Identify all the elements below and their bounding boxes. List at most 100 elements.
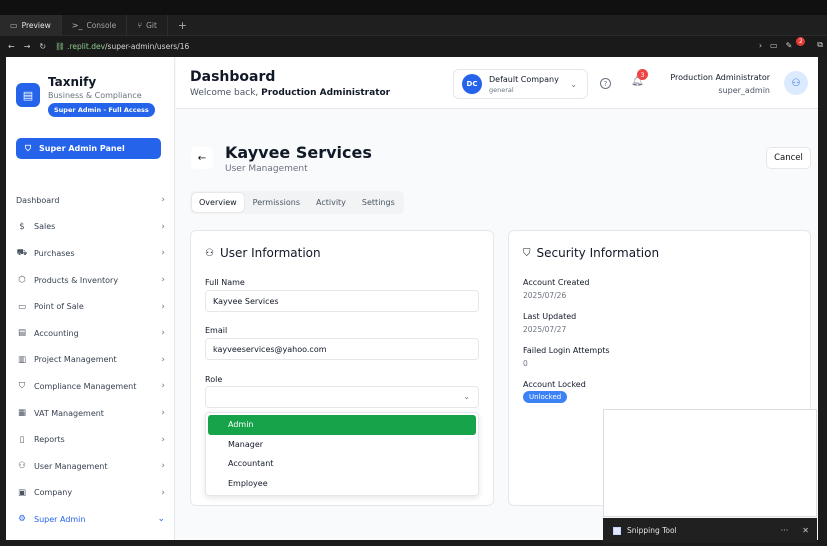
snipping-tool-preview[interactable]: [603, 409, 817, 517]
receipt-icon: ▦: [17, 408, 27, 419]
email-field[interactable]: kayveeservices@yahoo.com: [205, 338, 479, 360]
open-external-icon[interactable]: ⧉: [817, 40, 823, 50]
shield-icon: ⛉: [523, 247, 531, 259]
snipping-tool-bar: Snipping Tool ··· ✕: [603, 518, 817, 543]
shield-icon: ⛉: [25, 143, 31, 153]
user-icon: ⚇: [205, 247, 214, 259]
git-icon: ⑂: [137, 20, 143, 30]
help-icon[interactable]: ?: [600, 78, 611, 89]
sidebar-item-sales[interactable]: $ Sales ›: [6, 214, 175, 241]
tab-settings[interactable]: Settings: [355, 193, 402, 212]
account-created-label: Account Created: [523, 278, 590, 287]
role-option-manager[interactable]: Manager: [208, 435, 476, 455]
sidebar: ▤ Taxnify Business & Compliance Super Ad…: [6, 57, 175, 540]
truck-icon: ⛟: [16, 247, 28, 258]
devices-icon[interactable]: ▭: [770, 41, 778, 50]
calculator-icon: ▤: [17, 328, 27, 339]
account-locked-label: Account Locked: [523, 380, 586, 389]
chevron-right-icon: ›: [161, 248, 165, 259]
top-header: Dashboard Welcome back, Production Admin…: [176, 57, 818, 109]
sidebar-nav: Dashboard › $ Sales › ⛟ Purchases › ⬡ Products…: [6, 187, 175, 533]
tab-git[interactable]: ⑂ Git: [127, 14, 168, 36]
building-icon: ▣: [17, 487, 27, 498]
role-select[interactable]: ⌄: [205, 386, 479, 408]
tab-overview[interactable]: Overview: [192, 193, 244, 212]
refresh-icon[interactable]: ↻: [39, 42, 46, 51]
user-name: Production Administrator: [670, 73, 770, 82]
pen-icon[interactable]: ✎: [786, 41, 793, 50]
sidebar-item-dashboard[interactable]: Dashboard ›: [6, 187, 175, 214]
cancel-button[interactable]: Cancel: [766, 147, 811, 169]
tab-permissions[interactable]: Permissions: [246, 193, 307, 212]
chevron-right-icon: ›: [161, 275, 165, 286]
user-information-card: ⚇ User Information Full Name Kayvee Servi…: [190, 230, 494, 506]
role-option-admin[interactable]: Admin: [208, 415, 476, 435]
url-bar: ← → ↻ ⛓ .replit.dev/super-admin/users/16…: [0, 36, 827, 57]
tab-console[interactable]: >_ Console: [62, 14, 128, 36]
sidebar-item-purchases[interactable]: ⛟ Purchases ›: [6, 240, 175, 267]
card-title: ⚇ User Information: [205, 246, 321, 260]
company-selector[interactable]: DC Default Company general ⌄: [453, 69, 588, 99]
sidebar-item-compliance[interactable]: ⛉ Compliance Management ›: [6, 373, 175, 400]
bell-icon[interactable]: 🔔︎ 3: [631, 69, 648, 87]
terminal-icon: >_: [71, 20, 83, 30]
sidebar-item-vat[interactable]: ▦ VAT Management ›: [6, 400, 175, 427]
chevron-right-icon[interactable]: ›: [759, 41, 762, 50]
last-updated-label: Last Updated: [523, 312, 577, 321]
new-tab-button[interactable]: +: [168, 19, 197, 32]
bar-chart-icon: ▯: [19, 434, 25, 445]
briefcase-icon: ▥: [17, 354, 27, 365]
access-badge: Super Admin - Full Access: [48, 103, 155, 117]
welcome-text: Welcome back, Production Administrator: [190, 88, 391, 98]
chevron-right-icon: ›: [161, 221, 165, 232]
chevron-right-icon: ›: [161, 381, 165, 392]
forward-icon[interactable]: →: [24, 42, 31, 51]
sidebar-item-company[interactable]: ▣ Company ›: [6, 480, 175, 507]
sidebar-item-reports[interactable]: ▯ Reports ›: [6, 426, 175, 453]
user-tabs: Overview Permissions Activity Settings: [190, 191, 404, 214]
dollar-icon: $: [19, 221, 25, 232]
tab-preview[interactable]: ▭ Preview: [0, 14, 62, 36]
last-updated-value: 2025/07/27: [523, 325, 567, 334]
user-title: Kayvee Services: [225, 143, 372, 162]
avatar[interactable]: ⚇: [784, 71, 808, 95]
chevron-right-icon: ›: [161, 487, 165, 498]
sidebar-item-super-admin[interactable]: ⚙ Super Admin ⌄: [6, 506, 175, 533]
gear-icon: ⚙: [18, 514, 26, 525]
arrow-left-icon: ←: [197, 152, 207, 164]
chevron-right-icon: ›: [161, 328, 165, 339]
chevron-right-icon: ›: [161, 354, 165, 365]
chevron-down-icon: ⌄: [463, 392, 470, 401]
chevron-right-icon: ›: [161, 434, 165, 445]
notification-count: 3: [637, 69, 648, 80]
tab-activity[interactable]: Activity: [309, 193, 353, 212]
company-avatar: DC: [462, 74, 482, 94]
window-top-strip: [0, 0, 827, 15]
back-button[interactable]: ←: [191, 147, 213, 169]
super-admin-panel-button[interactable]: ⛉ Super Admin Panel: [16, 138, 161, 159]
url-field[interactable]: ⛓ .replit.dev/super-admin/users/16: [55, 42, 189, 51]
more-icon[interactable]: ···: [781, 526, 789, 535]
back-icon[interactable]: ←: [8, 42, 15, 51]
close-icon[interactable]: ✕: [802, 526, 809, 535]
users-icon: ⚇: [18, 461, 26, 472]
sidebar-item-accounting[interactable]: ▤ Accounting ›: [6, 320, 175, 347]
failed-login-value: 0: [523, 359, 528, 368]
register-icon: ▭: [17, 301, 27, 312]
sidebar-item-projects[interactable]: ▥ Project Management ›: [6, 347, 175, 374]
chevron-right-icon: ›: [161, 408, 165, 419]
role-option-accountant[interactable]: Accountant: [208, 454, 476, 474]
status-badge: Unlocked: [523, 391, 568, 403]
shield-icon: ⛉: [18, 381, 26, 392]
sidebar-item-products[interactable]: ⬡ Products & Inventory ›: [6, 267, 175, 294]
full-name-field[interactable]: Kayvee Services: [205, 290, 479, 312]
role-option-employee[interactable]: Employee: [208, 474, 476, 494]
package-icon: ⬡: [18, 275, 26, 286]
role-label: Role: [205, 375, 223, 384]
chevron-down-icon: ⌄: [570, 80, 577, 89]
company-name: Default Company: [489, 74, 559, 84]
sidebar-item-users[interactable]: ⚇ User Management ›: [6, 453, 175, 480]
email-label: Email: [205, 326, 228, 335]
sidebar-item-pos[interactable]: ▭ Point of Sale ›: [6, 293, 175, 320]
chevron-right-icon: ›: [161, 195, 165, 206]
